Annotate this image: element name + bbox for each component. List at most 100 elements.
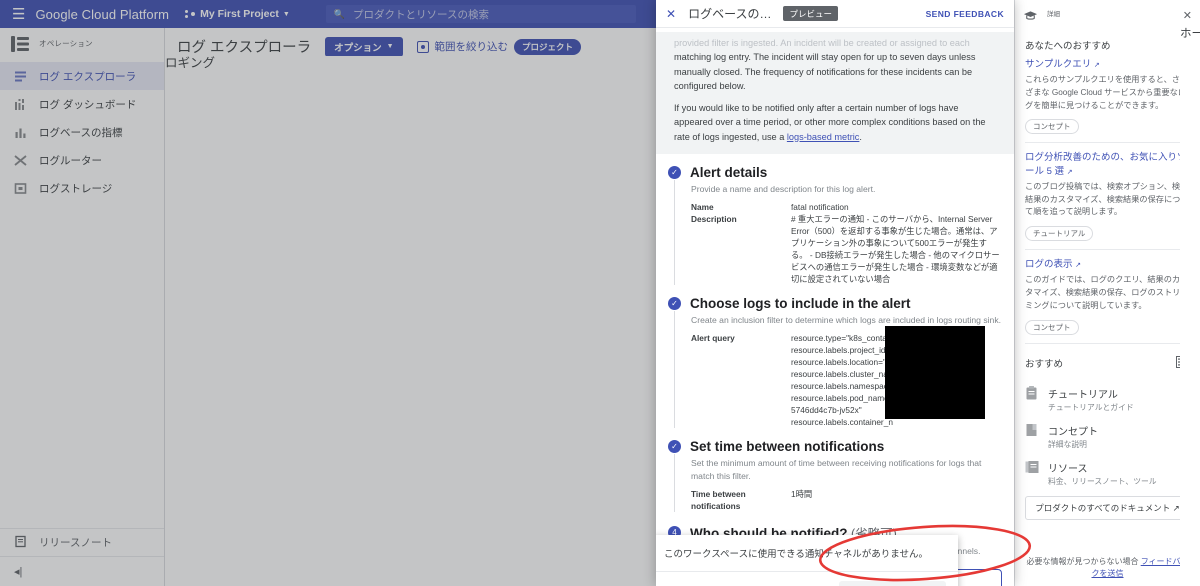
all-product-docs-button[interactable]: プロダクトのすべてのドキュメント ↗	[1025, 495, 1190, 520]
close-icon[interactable]: ✕	[1183, 9, 1192, 22]
help-article: ログ分析改善のための、お気に入りツール 5 選 ↗ このブログ投稿では、検索オプシ…	[1025, 151, 1190, 242]
refine-scope-button[interactable]: 範囲を絞り込む プロジェクト	[416, 38, 582, 55]
step-field-value: fatal notification	[791, 201, 849, 212]
recommendation-subtitle: 料金、リリースノート、ツール	[1048, 476, 1157, 486]
scope-icon	[416, 40, 429, 53]
recommendations-title: おすすめ	[1025, 358, 1064, 370]
chevron-down-icon: ▼	[386, 43, 394, 50]
sidebar-item-label: ログベースの指標	[39, 126, 123, 139]
step-field-value: 1時間	[791, 488, 813, 499]
help-article-link[interactable]: ログ分析改善のための、お気に入りツール 5 選 ↗	[1025, 151, 1190, 178]
recommendation-title: コンセプト	[1048, 426, 1098, 438]
recommendation-title: チュートリアル	[1048, 389, 1118, 401]
recommendation-item[interactable]: チュートリアル チュートリアルとガイド	[1025, 385, 1190, 413]
recommendations-header: おすすめ	[1025, 352, 1190, 376]
sidebar-collapse-button[interactable]: ◂|	[0, 556, 164, 586]
step-field: Time between notifications 1時間	[691, 488, 1002, 512]
logging-product-icon	[10, 34, 30, 54]
help-article-link[interactable]: ログの表示 ↗	[1025, 258, 1190, 271]
scope-pill: プロジェクト	[514, 38, 582, 55]
dialog-title: ログベースの…	[688, 7, 772, 21]
help-article-body: このブログ投稿では、検索オプション、検索結果のカスタマイズ、検索結果の保存につい…	[1025, 182, 1189, 217]
dropdown-footer: ↻ 通知チャネルを管理	[656, 571, 958, 586]
external-link-icon: ↗	[1093, 62, 1100, 69]
preview-badge: プレビュー	[783, 6, 838, 21]
hamburger-icon[interactable]: ☰	[12, 7, 25, 22]
sidebar-item-label: ログルーター	[39, 154, 102, 167]
divider	[1025, 249, 1190, 251]
all-product-docs-label: プロダクトのすべてのドキュメント	[1035, 502, 1171, 513]
help-article-link[interactable]: サンプルクエリ ↗	[1025, 58, 1190, 71]
help-article-title: ログの表示	[1025, 259, 1073, 271]
router-icon	[14, 154, 27, 167]
global-search-placeholder: プロダクトとリソースの検索	[353, 8, 489, 21]
divider	[1025, 142, 1190, 144]
logs-explorer-icon	[14, 70, 27, 83]
sidebar-bottom: リリースノート ◂|	[0, 528, 164, 586]
product-header: オペレーション ロギング	[0, 28, 1014, 586]
step-description: Set the minimum amount of time between r…	[691, 457, 982, 481]
sidebar-item-logs-based-metrics[interactable]: ログベースの指標	[0, 118, 164, 146]
logs-based-metric-link[interactable]: logs-based metric	[787, 132, 860, 142]
sidebar-item-logs-dashboard[interactable]: ログ ダッシュボード	[0, 90, 164, 118]
step-body: Provide a name and description for this …	[674, 179, 1002, 285]
divider	[1025, 342, 1190, 344]
graduation-cap-icon	[1023, 9, 1038, 21]
options-button-label: オプション	[334, 42, 382, 54]
notification-channels-dropdown: このワークスペースに使用できる通知チャネルがありません。 ↻ 通知チャネルを管理	[656, 535, 958, 586]
recommendation-title: リソース	[1048, 463, 1088, 475]
step-description: Provide a name and description for this …	[691, 183, 876, 194]
recommendation-subtitle: チュートリアルとガイド	[1048, 402, 1134, 412]
step-description: Create an inclusion filter to determine …	[691, 314, 1002, 325]
help-article-title: サンプルクエリ	[1025, 59, 1092, 70]
options-button[interactable]: オプション ▼	[325, 36, 403, 57]
sidebar-item-release-notes[interactable]: リリースノート	[0, 528, 164, 556]
external-link-icon: ↗	[1172, 502, 1180, 513]
help-article-title: ログ分析改善のための、お気に入りツール 5 選	[1025, 152, 1187, 177]
article-list: サンプルクエリ ↗ これらのサンプルクエリを使用すると、さまざまな Google …	[1025, 58, 1190, 335]
brand-title: Google Cloud Platform	[35, 6, 170, 22]
sidebar-item-label: ログ エクスプローラ	[39, 70, 137, 83]
help-article-tag: コンセプト	[1025, 319, 1079, 335]
help-article: サンプルクエリ ↗ これらのサンプルクエリを使用すると、さまざまな Google …	[1025, 58, 1190, 135]
step-field-key: Name	[691, 201, 714, 212]
intro-p2-after: .	[859, 131, 862, 142]
dialog-header: ✕ ログベースの… プレビュー SEND FEEDBACK	[656, 0, 1014, 28]
external-link-icon: ↗	[1066, 168, 1073, 176]
global-search-input[interactable]: 🔍 プロダクトとリソースの検索	[325, 5, 636, 23]
sidebar-item-logs-router[interactable]: ログルーター	[0, 146, 164, 174]
metrics-icon	[14, 126, 27, 139]
storage-icon	[14, 182, 27, 195]
step-field: Description # 重大エラーの通知 - このサーバから、Internal…	[691, 213, 1002, 285]
dialog-step: ✓ Set time between notifications Set the m…	[668, 439, 1002, 512]
intro-faded-line: provided filter is ingested. An incident…	[674, 38, 970, 48]
step-header: ✓ Set time between notifications	[668, 439, 1002, 454]
sidebar-item-label: ログストレージ	[39, 182, 113, 195]
manage-channels-button[interactable]: 通知チャネルを管理	[838, 580, 946, 586]
clipboard-icon	[1025, 385, 1038, 400]
log-alert-dialog: ✕ ログベースの… プレビュー SEND FEEDBACK provided f…	[656, 0, 1014, 586]
send-feedback-link[interactable]: SEND FEEDBACK	[926, 9, 1004, 19]
recommendation-subtitle: 詳細な説明	[1048, 439, 1087, 449]
sidebar-item-logs-explorer[interactable]: ログ エクスプローラ	[0, 62, 164, 90]
left-sidebar: オペレーション ロギング ログ エクスプローラ ログ ダッシュボード ログベース…	[0, 28, 1014, 586]
close-icon[interactable]: ✕	[666, 7, 676, 21]
check-icon: ✓	[668, 165, 681, 179]
check-icon: ✓	[668, 439, 681, 453]
step-title: Alert details	[690, 164, 768, 180]
sidebar-item-logs-storage[interactable]: ログストレージ	[0, 174, 164, 202]
recommendation-item[interactable]: リソース 料金、リリースノート、ツール	[1025, 459, 1190, 487]
product-sub: オペレーション	[39, 38, 93, 48]
resources-icon	[1025, 460, 1039, 473]
project-selector[interactable]: My First Project ▼	[185, 8, 290, 20]
recommendation-item[interactable]: コンセプト 詳細な説明	[1025, 422, 1190, 450]
help-panel-sub: 詳細	[1047, 10, 1060, 18]
dialog-step: ✓ Alert details Provide a name and descrip…	[668, 165, 1002, 285]
external-link-icon: ↗	[1075, 262, 1082, 270]
step-header: ✓ Alert details	[668, 165, 1002, 180]
help-panel: 詳細 ホーム ✕ あなたへのおすすめ サンプルクエリ ↗ これらのサンプルクエリを…	[1014, 0, 1200, 586]
intro-paragraph-2: If you would like to be notified only af…	[674, 101, 996, 144]
intro-block: provided filter is ingested. An incident…	[656, 32, 1014, 154]
step-title: Set time between notifications	[690, 438, 885, 454]
step-title: Choose logs to include in the alert	[690, 295, 911, 311]
